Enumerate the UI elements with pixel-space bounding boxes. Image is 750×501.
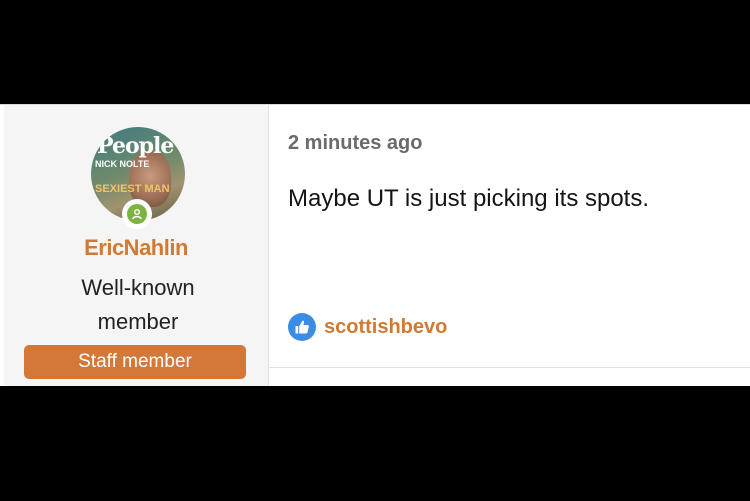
avatar-cover-title: People [97,133,174,159]
online-status-icon [122,199,152,229]
staff-badge: Staff member [24,345,246,379]
avatar-cover-line: NICK NOLTE [95,159,150,169]
user-icon [132,208,142,220]
message-post: People NICK NOLTE SEXIEST MAN EricNahlin… [0,104,750,386]
reaction-user-link[interactable]: scottishbevo [324,316,447,339]
reactions-bar[interactable]: scottishbevo [288,313,447,341]
avatar-cover-line: SEXIEST MAN [95,183,170,195]
thumbs-up-icon [288,313,316,341]
divider [269,367,750,368]
message-content: 2 minutes ago Maybe UT is just picking i… [269,105,750,386]
post-timestamp[interactable]: 2 minutes ago [288,132,422,155]
username-link[interactable]: EricNahlin [4,235,268,261]
user-title: Well-known member [81,275,195,334]
message-user-panel: People NICK NOLTE SEXIEST MAN EricNahlin… [4,105,269,386]
message-body: Maybe UT is just picking its spots. [288,185,650,212]
